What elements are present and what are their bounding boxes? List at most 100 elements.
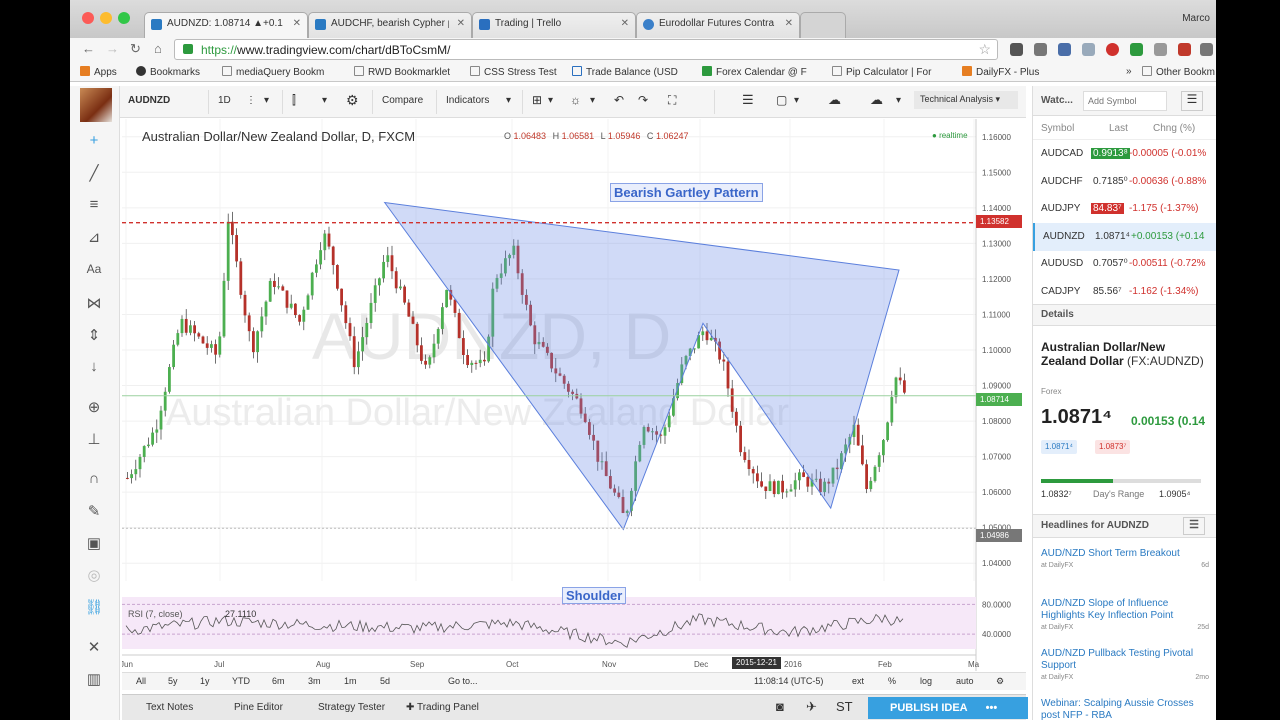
chevron-down-icon[interactable]: ▾ xyxy=(506,95,511,106)
pitchfork-icon[interactable]: ⊿ xyxy=(83,228,105,248)
idea-bulb-icon[interactable]: ☼ xyxy=(570,93,581,107)
other-bookmarks[interactable]: Other Bookm xyxy=(1142,66,1216,78)
address-bar[interactable]: https://www.tradingview.com/chart/dBToCs… xyxy=(174,39,998,60)
timeframe-1m-button[interactable]: 1m xyxy=(344,676,357,686)
extension-icon[interactable] xyxy=(1154,43,1167,56)
watchlist-row-cadjpy[interactable]: CADJPY 85.56⁷ -1.162 (-1.34%) xyxy=(1033,278,1216,306)
download-icon[interactable] xyxy=(1082,43,1095,56)
headlines-menu-icon[interactable]: ☰ xyxy=(1183,517,1205,535)
interval-menu-icon[interactable]: ⋮ xyxy=(246,95,256,106)
symbol-search-input[interactable]: AUDNZD xyxy=(128,95,170,106)
cloud-load-icon[interactable]: ☁ xyxy=(870,92,883,108)
watchlist-menu-icon[interactable]: ☰ xyxy=(1181,91,1203,111)
cloud-save-icon[interactable]: ☁ xyxy=(828,92,841,108)
bookmark-pip-calculator[interactable]: Pip Calculator | For xyxy=(832,66,944,78)
chevron-down-icon[interactable]: ▾ xyxy=(548,95,553,106)
layout-list-icon[interactable]: ☰ xyxy=(742,92,754,108)
trendline-icon[interactable]: ╱ xyxy=(83,164,105,184)
column-last[interactable]: Last xyxy=(1109,123,1128,134)
chevron-down-icon[interactable]: ▾ xyxy=(322,95,327,106)
remove-drawings-icon[interactable]: ✕ xyxy=(83,638,105,658)
indicators-button[interactable]: Indicators xyxy=(446,95,489,106)
timeframe-5y-button[interactable]: 5y xyxy=(168,676,178,686)
headline-item[interactable]: AUD/NZD Slope of Influence Highlights Ke… xyxy=(1041,598,1213,631)
watchlist-row-audjpy[interactable]: AUDJPY 84.83⁷ -1.175 (-1.37%) xyxy=(1033,195,1216,223)
trading-panel-tab[interactable]: ✚ Trading Panel xyxy=(406,702,479,713)
interval-select[interactable]: 1D xyxy=(218,95,231,106)
shoulder-label[interactable]: Shoulder xyxy=(562,587,627,604)
close-tab-icon[interactable]: ✕ xyxy=(293,18,301,29)
avatar[interactable] xyxy=(80,88,112,122)
headline-item[interactable]: Webinar: Scalping Aussie Crosses post NF… xyxy=(1041,698,1213,720)
settings-gear-icon[interactable]: ⚙ xyxy=(996,676,1004,687)
bookmark-css-stress[interactable]: CSS Stress Test xyxy=(470,66,557,78)
goto-date-button[interactable]: Go to... xyxy=(448,676,478,686)
headline-item[interactable]: AUD/NZD Short Term Breakout at DailyFX 6… xyxy=(1041,548,1213,569)
headline-title[interactable]: AUD/NZD Short Term Breakout xyxy=(1041,548,1213,560)
add-symbol-input[interactable] xyxy=(1083,91,1167,111)
watchlist-row-audusd[interactable]: AUDUSD 0.7057⁰ -0.00511 (-0.72% xyxy=(1033,250,1216,278)
bookmark-bookmarks[interactable]: Bookmarks xyxy=(136,66,200,78)
ruler-icon[interactable]: ⊥ xyxy=(83,430,105,450)
close-window-button[interactable] xyxy=(82,12,94,24)
column-symbol[interactable]: Symbol xyxy=(1041,123,1074,134)
pattern-tool-icon[interactable]: ⋈ xyxy=(83,294,105,314)
stay-in-drawing-icon[interactable]: ✎ xyxy=(83,502,105,522)
stocktwits-icon[interactable]: ST xyxy=(836,699,853,714)
auto-scale-toggle[interactable]: auto xyxy=(956,676,974,686)
settings-gear-icon[interactable]: ⚙ xyxy=(346,92,359,109)
home-icon[interactable]: ⌂ xyxy=(154,41,162,56)
reload-icon[interactable]: ↻ xyxy=(130,41,141,57)
chart-area[interactable]: AUDNZD, D Australian Dollar/New Zealand … xyxy=(122,119,1026,691)
extension-icon[interactable] xyxy=(1130,43,1143,56)
timeframe-ytd-button[interactable]: YTD xyxy=(232,676,250,686)
strategy-tester-tab[interactable]: Strategy Tester xyxy=(318,702,385,713)
publish-idea-button[interactable]: PUBLISH IDEA ••• xyxy=(868,697,1028,719)
profile-name[interactable]: Marco xyxy=(1182,13,1210,24)
bookmark-mediaquery[interactable]: mediaQuery Bookm xyxy=(222,66,334,78)
technical-analysis-button[interactable]: Technical Analysis ▾ xyxy=(914,91,1018,109)
browser-tab-trello[interactable]: Trading | Trello ✕ xyxy=(472,12,636,38)
ask-badge[interactable]: 1.0873⁷ xyxy=(1095,440,1131,454)
bookmark-rwd[interactable]: RWD Bookmarklet xyxy=(354,66,450,78)
timeframe-6m-button[interactable]: 6m xyxy=(272,676,285,686)
horizontal-lines-icon[interactable]: ≡ xyxy=(83,196,105,216)
bookmark-star-icon[interactable]: ☆ xyxy=(978,41,991,58)
lock-icon[interactable]: ▣ xyxy=(83,534,105,554)
text-notes-tab[interactable]: Text Notes xyxy=(146,702,193,713)
menu-icon[interactable] xyxy=(1200,43,1213,56)
pine-editor-tab[interactable]: Pine Editor xyxy=(234,702,283,713)
crosshair-icon[interactable]: + xyxy=(83,132,105,152)
extension-icon[interactable] xyxy=(1034,43,1047,56)
bookmark-dailyfx[interactable]: DailyFX - Plus xyxy=(962,66,1039,78)
measure-tool-icon[interactable]: ⇕ xyxy=(83,326,105,346)
timeframe-3m-button[interactable]: 3m xyxy=(308,676,321,686)
browser-tab-audnzd[interactable]: AUDNZD: 1.08714 ▲+0.1 ✕ xyxy=(144,12,308,38)
back-arrow-icon[interactable]: ← xyxy=(82,41,95,56)
headline-item[interactable]: AUD/NZD Pullback Testing Pivotal Support… xyxy=(1041,648,1213,681)
headline-title[interactable]: Webinar: Scalping Aussie Crosses post NF… xyxy=(1041,698,1213,720)
magnet-icon[interactable]: ∩ xyxy=(83,470,105,490)
close-tab-icon[interactable]: ✕ xyxy=(621,18,629,29)
chevron-down-icon[interactable]: ▾ xyxy=(896,95,901,106)
watchlist-title[interactable]: Watc... xyxy=(1041,95,1073,106)
watchlist-row-audchf[interactable]: AUDCHF 0.7185⁰ -0.00636 (-0.88% xyxy=(1033,168,1216,196)
hide-drawings-icon[interactable]: ◎ xyxy=(83,566,105,586)
more-bookmarks-chevron-icon[interactable]: » xyxy=(1126,66,1132,77)
close-tab-icon[interactable]: ✕ xyxy=(457,18,465,29)
minimize-window-button[interactable] xyxy=(100,12,112,24)
bookmark-forex-calendar[interactable]: Forex Calendar @ F xyxy=(702,66,818,78)
headline-title[interactable]: AUD/NZD Pullback Testing Pivotal Support xyxy=(1041,648,1213,672)
twitter-icon[interactable]: ✈ xyxy=(806,699,817,715)
chevron-down-icon[interactable]: ▾ xyxy=(264,95,269,106)
log-scale-toggle[interactable]: log xyxy=(920,676,932,686)
browser-tab-eurodollar[interactable]: Eurodollar Futures Contra ✕ xyxy=(636,12,800,38)
extended-hours-toggle[interactable]: ext xyxy=(852,676,864,686)
watchlist-row-audcad[interactable]: AUDCAD 0.9913⁸ -0.00005 (-0.01% xyxy=(1033,140,1216,168)
zoom-icon[interactable]: ⊕ xyxy=(83,398,105,418)
candles-style-icon[interactable]: ⫿ xyxy=(292,93,296,108)
redo-icon[interactable]: ↷ xyxy=(638,93,648,107)
chevron-down-icon[interactable]: ▾ xyxy=(590,95,595,106)
undo-icon[interactable]: ↶ xyxy=(614,93,624,107)
close-tab-icon[interactable]: ✕ xyxy=(785,18,793,29)
